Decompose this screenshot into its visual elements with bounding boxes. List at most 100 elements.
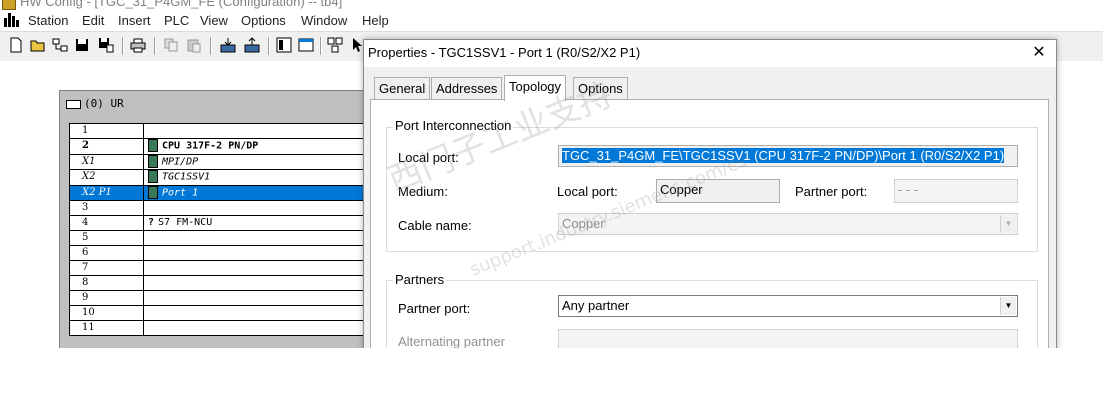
save-compile-icon[interactable] <box>98 37 114 53</box>
local-port-field[interactable]: TGC_31_P4GM_FE\TGC1SSV1 (CPU 317F-2 PN/D… <box>558 145 1018 167</box>
rack-slot-cell: 1 <box>69 123 144 139</box>
menu-plc[interactable]: PLC <box>164 13 189 28</box>
rack-module-label: Port 1 <box>162 187 199 198</box>
rack-module-cell[interactable] <box>143 275 365 291</box>
rack-module-cell[interactable]: Port 1 <box>143 184 365 201</box>
paste-icon[interactable] <box>186 37 202 53</box>
medium-partner-port-field: - - - <box>894 179 1018 203</box>
rack-row[interactable]: 9 <box>69 290 365 306</box>
rack-module-label: S7 FM-NCU <box>158 217 213 228</box>
tab-options[interactable]: Options <box>573 77 628 100</box>
rack-table: 1 2 CPU 317F-2 PN/DP X1 MPI/DP X2 TGC1SSV1 X2 P… <box>69 123 365 336</box>
rack-row[interactable]: X2 TGC1SSV1 <box>69 169 365 186</box>
bottom-area <box>0 348 1103 403</box>
tab-topology[interactable]: Topology <box>504 75 567 101</box>
rack-row[interactable]: 2 CPU 317F-2 PN/DP <box>69 138 365 155</box>
rack-row[interactable]: X2 P1 Port 1 <box>69 184 365 201</box>
dialog-title: Properties - TGC1SSV1 - Port 1 (R0/S2/X2… <box>368 45 641 60</box>
new-icon[interactable] <box>8 37 24 53</box>
port-interconnection-label: Port Interconnection <box>393 118 514 133</box>
rack-module-cell[interactable] <box>143 123 365 139</box>
catalog-icon[interactable] <box>276 37 292 53</box>
network-icon[interactable] <box>52 37 68 53</box>
rack-row[interactable]: 7 <box>69 260 365 276</box>
menu-help[interactable]: Help <box>362 13 389 28</box>
rack-row[interactable]: 8 <box>69 275 365 291</box>
network-view-icon[interactable] <box>327 37 343 53</box>
menu-edit[interactable]: Edit <box>82 13 104 28</box>
rack-slot-cell: 6 <box>69 245 144 261</box>
close-icon[interactable]: ✕ <box>1030 43 1048 61</box>
rack-row[interactable]: 3 <box>69 200 365 216</box>
rack-row[interactable]: 11 <box>69 320 365 336</box>
cable-name-dropdown: Copper ▼ <box>558 213 1018 235</box>
chevron-down-icon: ▼ <box>1000 215 1016 233</box>
properties-icon[interactable] <box>298 37 314 53</box>
medium-local-port-label: Local port: <box>557 184 618 199</box>
medium-label: Medium: <box>398 184 448 199</box>
module-icon <box>148 170 158 183</box>
menu-station[interactable]: Station <box>28 13 68 28</box>
rack-module-cell[interactable] <box>143 320 365 336</box>
save-icon[interactable] <box>74 37 90 53</box>
upload-icon[interactable] <box>244 37 260 53</box>
partner-port-label: Partner port: <box>398 301 471 316</box>
rack-window[interactable]: (0) UR 1 2 CPU 317F-2 PN/DP X1 MPI/DP X2 TGC1S… <box>59 90 367 350</box>
rack-row[interactable]: 10 <box>69 305 365 321</box>
rack-row[interactable]: 4? S7 FM-NCU <box>69 215 365 231</box>
menu-view[interactable]: View <box>200 13 228 28</box>
rack-row[interactable]: X1 MPI/DP <box>69 153 365 170</box>
rack-module-label: TGC1SSV1 <box>162 171 211 183</box>
alternating-partner-label: Alternating partner <box>398 334 505 349</box>
module-icon <box>148 185 158 199</box>
app-title-bar: HW Config - [TGC_31_P4GM_FE (Configurati… <box>0 0 1103 10</box>
rack-slot-cell: 11 <box>69 320 144 336</box>
unknown-module-icon: ? <box>148 217 155 228</box>
rack-module-cell[interactable] <box>143 305 365 321</box>
rack-title: (0) UR <box>66 97 124 110</box>
open-icon[interactable] <box>30 37 46 53</box>
rack-slot-cell: 10 <box>69 305 144 321</box>
print-icon[interactable] <box>130 37 146 53</box>
station-menu-icon[interactable] <box>4 13 19 27</box>
rack-module-cell[interactable] <box>143 290 365 306</box>
rack-module-cell[interactable]: TGC1SSV1 <box>143 169 365 186</box>
rack-slot-cell: 4 <box>69 215 144 231</box>
app-title: HW Config - [TGC_31_P4GM_FE (Configurati… <box>20 0 343 9</box>
rack-slot-cell: 7 <box>69 260 144 276</box>
copy-icon[interactable] <box>163 37 179 53</box>
rack-row[interactable]: 1 <box>69 123 365 139</box>
medium-local-port-field: Copper <box>656 179 780 203</box>
tab-addresses[interactable]: Addresses <box>431 77 503 100</box>
rack-module-label: CPU 317F-2 PN/DP <box>162 140 259 152</box>
rack-slot-cell: X2 <box>69 169 144 186</box>
rack-module-cell[interactable] <box>143 260 365 276</box>
rack-row[interactable]: 6 <box>69 245 365 261</box>
rack-module-cell[interactable]: ? S7 FM-NCU <box>143 215 365 231</box>
tab-general[interactable]: General <box>374 77 431 100</box>
rack-module-label: MPI/DP <box>162 156 199 167</box>
rack-module-cell[interactable]: CPU 317F-2 PN/DP <box>143 138 365 155</box>
rack-row[interactable]: 5 <box>69 230 365 246</box>
rack-module-cell[interactable] <box>143 200 365 216</box>
menu-options[interactable]: Options <box>241 13 286 28</box>
app-icon <box>2 0 16 10</box>
cable-name-label: Cable name: <box>398 218 472 233</box>
rack-slot-cell: 9 <box>69 290 144 306</box>
partner-port-dropdown[interactable]: Any partner ▼ <box>558 295 1018 317</box>
rack-module-cell[interactable] <box>143 245 365 261</box>
rack-module-cell[interactable] <box>143 230 365 246</box>
download-icon[interactable] <box>220 37 236 53</box>
rack-slot-cell: 3 <box>69 200 144 216</box>
chevron-down-icon[interactable]: ▼ <box>1000 297 1016 315</box>
module-icon <box>148 139 158 152</box>
rack-slot-cell: 2 <box>69 138 144 155</box>
menu-insert[interactable]: Insert <box>118 13 151 28</box>
rack-module-cell[interactable]: MPI/DP <box>143 153 365 170</box>
menu-window[interactable]: Window <box>301 13 347 28</box>
rack-slot-cell: 8 <box>69 275 144 291</box>
rack-slot-cell: X2 P1 <box>69 184 144 201</box>
menu-bar: Station Edit Insert PLC View Options Win… <box>0 10 1103 31</box>
module-icon <box>148 154 158 168</box>
medium-partner-port-label: Partner port: <box>795 184 868 199</box>
